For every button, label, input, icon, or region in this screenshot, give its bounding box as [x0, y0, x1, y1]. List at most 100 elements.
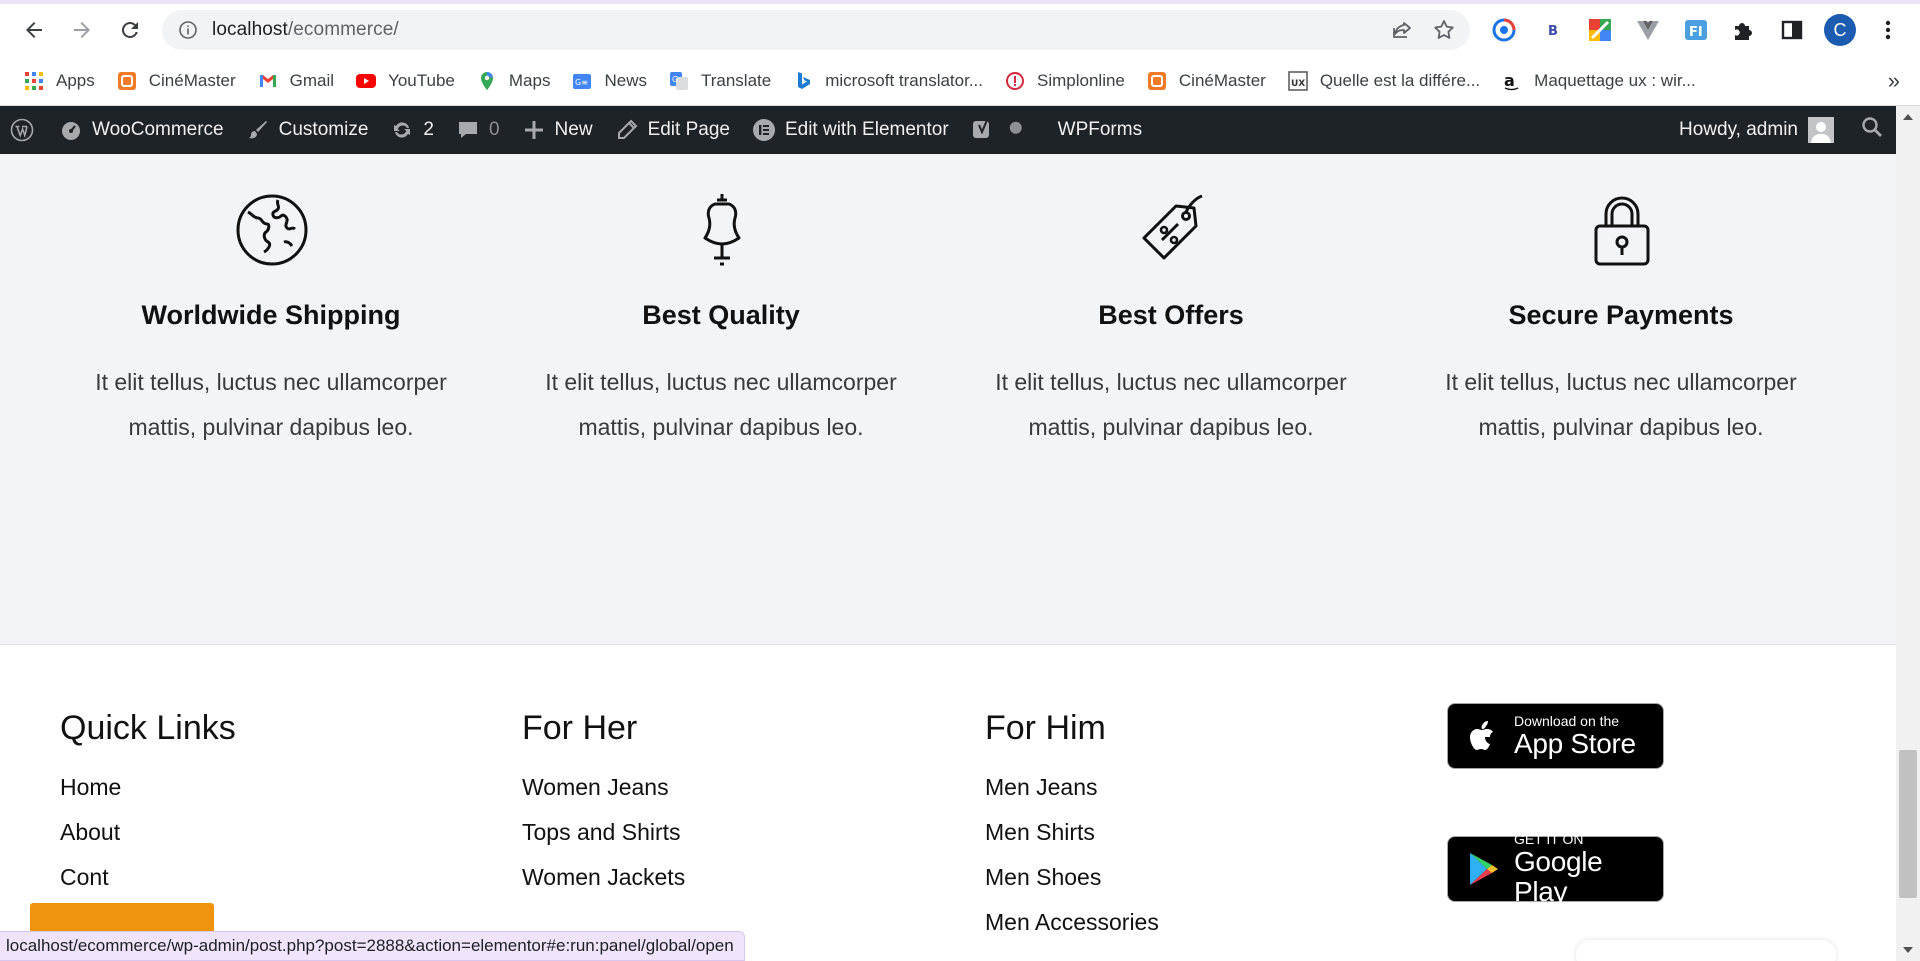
- back-button[interactable]: [14, 10, 54, 50]
- bookmark-label: Gmail: [289, 70, 335, 90]
- user-silhouette-icon: [1811, 122, 1831, 143]
- bookmark-simplonline[interactable]: Simplonline: [1005, 61, 1125, 101]
- vue-devtools-icon[interactable]: [1632, 12, 1664, 48]
- seo-status-dot-icon: [1009, 121, 1022, 134]
- bookmark-cinemaster-2[interactable]: CinéMaster: [1147, 61, 1266, 101]
- colorful-ext-icon[interactable]: [1584, 12, 1616, 48]
- new-label: New: [554, 119, 593, 140]
- google-play-badge[interactable]: GET IT ON Google Play: [1447, 831, 1664, 906]
- google-play-small-text: GET IT ON: [1513, 830, 1584, 847]
- footer-heading: For Him: [985, 709, 1106, 747]
- reload-icon: [121, 21, 138, 38]
- dashboard-gauge-icon: [62, 122, 80, 140]
- bookmark-maps[interactable]: Maps: [477, 61, 550, 101]
- reload-button[interactable]: [110, 10, 150, 50]
- updates-link[interactable]: 2: [379, 106, 445, 154]
- url-text: localhost/ecommerce/: [212, 19, 399, 41]
- url-host: localhost: [212, 19, 288, 40]
- mannequin-icon: [684, 192, 760, 268]
- scroll-up-arrow-icon[interactable]: [1903, 114, 1913, 120]
- bookmark-microsoft-translator[interactable]: microsoft translator...: [793, 61, 983, 101]
- bookmark-cinemaster[interactable]: CinéMaster: [117, 61, 236, 101]
- sidebar-icon[interactable]: [1776, 12, 1808, 48]
- woocommerce-menu[interactable]: WooCommerce: [48, 106, 235, 154]
- footer-link-women-jeans[interactable]: Women Jeans: [522, 765, 685, 810]
- footer-link-men-jeans[interactable]: Men Jeans: [985, 765, 1159, 810]
- feature-title: Best Offers: [1098, 300, 1244, 330]
- updates-count: 2: [423, 119, 434, 140]
- bookmark-label: microsoft translator...: [825, 70, 983, 90]
- bookmark-label: CinéMaster: [148, 70, 236, 90]
- bookmark-youtube[interactable]: YouTube: [356, 61, 455, 101]
- feature-description: It elit tellus, luctus nec ullamcorper m…: [1445, 369, 1797, 440]
- bookmarks-bar: Apps CinéMaster Gmail YouTube Maps G≡ Ne…: [0, 56, 1920, 106]
- yoast-seo-menu[interactable]: [960, 106, 1047, 154]
- app-store-badge[interactable]: Download on the App Store: [1447, 703, 1664, 769]
- edit-with-elementor-label: Edit with Elementor: [784, 119, 949, 140]
- kebab-menu-icon: [1885, 20, 1891, 40]
- howdy-label: Howdy, admin: [1679, 119, 1798, 140]
- scroll-down-arrow-icon[interactable]: [1903, 947, 1913, 953]
- wp-admin-bar: WooCommerce Customize 2 0 New Edit Page …: [0, 106, 1896, 154]
- bookmark-label: Maquettage ux : wir...: [1534, 70, 1696, 90]
- footer-link-list: Home About Cont: [60, 765, 121, 900]
- comments-link[interactable]: 0: [445, 106, 511, 154]
- translate-icon: G: [669, 71, 689, 91]
- forward-button[interactable]: [62, 10, 102, 50]
- footer-link-tops-and-shirts[interactable]: Tops and Shirts: [522, 810, 685, 855]
- footer-link-contact[interactable]: Cont: [60, 855, 121, 900]
- address-bar[interactable]: localhost/ecommerce/: [162, 10, 1470, 50]
- customize-link[interactable]: Customize: [235, 106, 380, 154]
- bookmark-apps[interactable]: Apps: [24, 61, 95, 101]
- bookmarks-overflow-button[interactable]: »: [1888, 68, 1900, 94]
- footer-link-men-accessories[interactable]: Men Accessories: [985, 900, 1159, 945]
- bookmark-translate[interactable]: G Translate: [669, 61, 771, 101]
- cinemaster-icon: [117, 71, 137, 91]
- wpforms-menu[interactable]: WPForms: [1047, 106, 1153, 154]
- footer-link-women-jackets[interactable]: Women Jackets: [522, 855, 685, 900]
- new-content-menu[interactable]: New: [511, 106, 604, 154]
- maps-icon: [477, 71, 497, 91]
- bookmark-maquettage-ux[interactable]: a Maquettage ux : wir...: [1502, 61, 1696, 101]
- simplonline-icon: [1005, 71, 1025, 91]
- sync-ext-icon[interactable]: [1488, 12, 1520, 48]
- globe-icon: [234, 192, 310, 268]
- footer-heading: Quick Links: [60, 709, 236, 747]
- edit-page-label: Edit Page: [647, 119, 730, 140]
- page-scrollbar[interactable]: [1896, 106, 1920, 961]
- bookmark-news[interactable]: G≡ News: [572, 61, 647, 101]
- wordpress-logo-icon: [10, 118, 34, 142]
- apps-grid-icon: [24, 71, 44, 91]
- edit-with-elementor-link[interactable]: Edit with Elementor: [741, 106, 960, 154]
- admin-search-button[interactable]: [1848, 115, 1896, 145]
- puzzle-icon[interactable]: [1728, 12, 1760, 48]
- floating-widget-edge[interactable]: [1576, 940, 1836, 961]
- google-play-logo-icon: [1469, 853, 1498, 885]
- footer-link-men-shoes[interactable]: Men Shoes: [985, 855, 1159, 900]
- fi-ext-icon[interactable]: FI: [1680, 12, 1712, 48]
- wp-logo-menu[interactable]: [0, 106, 48, 154]
- scrollbar-thumb[interactable]: [1899, 750, 1917, 898]
- ux-icon: UX: [1288, 70, 1308, 91]
- arrow-left-icon: [26, 22, 42, 38]
- account-menu[interactable]: Howdy, admin: [1665, 117, 1848, 143]
- browser-menu-button[interactable]: [1872, 12, 1904, 48]
- bookmark-quelle-est-la-difference[interactable]: UX Quelle est la différe...: [1288, 61, 1480, 101]
- b-ext-icon[interactable]: B: [1536, 12, 1568, 48]
- footer-link-men-shirts[interactable]: Men Shirts: [985, 810, 1159, 855]
- bing-icon: [793, 71, 813, 91]
- svg-text:G≡: G≡: [575, 78, 588, 87]
- yoast-icon: [972, 119, 989, 138]
- footer-link-home[interactable]: Home: [60, 765, 121, 810]
- edit-page-link[interactable]: Edit Page: [604, 106, 741, 154]
- footer-link-about[interactable]: About: [60, 810, 121, 855]
- bookmark-label: CinéMaster: [1178, 70, 1266, 90]
- bookmark-label: Translate: [700, 70, 772, 90]
- bookmark-gmail[interactable]: Gmail: [258, 61, 334, 101]
- bookmark-star-icon[interactable]: [1432, 18, 1456, 42]
- share-icon[interactable]: [1390, 18, 1414, 42]
- arrow-right-icon: [74, 22, 90, 38]
- bookmark-label: Apps: [56, 70, 95, 90]
- profile-avatar[interactable]: C: [1824, 14, 1856, 46]
- site-info-icon[interactable]: [178, 20, 198, 40]
